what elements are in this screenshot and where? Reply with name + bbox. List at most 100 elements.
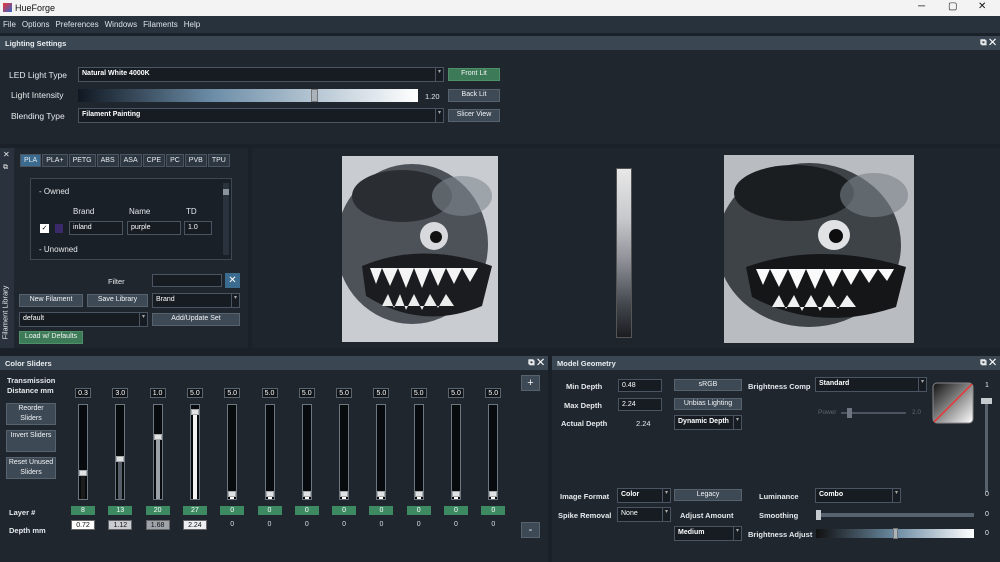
invert-sliders-button[interactable]: Invert Sliders — [6, 430, 56, 452]
menu-options[interactable]: Options — [19, 16, 53, 29]
tab-tpu[interactable]: TPU — [207, 154, 230, 167]
max-depth-input[interactable]: 2.24 — [618, 398, 662, 411]
color-slider-thumb[interactable] — [340, 491, 349, 498]
transmission-distance-input[interactable]: 3.0 — [112, 388, 129, 398]
color-slider-track[interactable] — [451, 404, 461, 500]
transmission-distance-input[interactable]: 5.0 — [485, 388, 502, 398]
unbias-lighting-button[interactable]: Unbias Lighting — [674, 398, 742, 410]
led-select[interactable]: Natural White 4000K ▾ — [78, 67, 444, 82]
remove-slider-button[interactable]: - — [521, 522, 540, 538]
color-slider-track[interactable] — [264, 404, 275, 500]
color-slider-thumb[interactable] — [377, 491, 386, 498]
color-slider-track[interactable] — [376, 404, 387, 500]
profile-select[interactable]: default ▾ — [19, 312, 148, 327]
color-slider-thumb[interactable] — [190, 409, 199, 416]
color-slider-thumb[interactable] — [153, 434, 162, 441]
color-slider-thumb[interactable] — [414, 491, 423, 498]
panel-controls-icon[interactable]: ⧉ ✕ — [528, 357, 544, 368]
menu-help[interactable]: Help — [181, 16, 203, 29]
close-icon[interactable]: ✕ — [978, 1, 986, 12]
slicer-view-button[interactable]: Slicer View — [448, 109, 500, 122]
color-slider-thumb[interactable] — [302, 491, 311, 498]
color-slider-thumb[interactable] — [79, 470, 87, 477]
tab-pvb[interactable]: PVB — [184, 154, 207, 167]
filter-input[interactable] — [152, 274, 222, 287]
unowned-group[interactable]: - Unowned — [39, 245, 78, 254]
min-depth-input[interactable]: 0.48 — [618, 379, 662, 392]
color-slider-track[interactable] — [152, 404, 163, 500]
color-slider-track[interactable] — [339, 404, 350, 500]
reorder-sliders-button[interactable]: Reorder Sliders — [6, 403, 56, 425]
brightness-comp-select[interactable]: Standard ▾ — [815, 377, 927, 392]
tab-pla[interactable]: PLA — [20, 154, 42, 167]
brightness-curve[interactable] — [932, 382, 974, 424]
tab-asa[interactable]: ASA — [119, 154, 142, 167]
dynamic-depth-select[interactable]: Dynamic Depth ▾ — [674, 415, 742, 430]
power-slider[interactable] — [841, 408, 906, 418]
color-slider-thumb[interactable] — [489, 491, 498, 498]
intensity-thumb[interactable] — [311, 89, 319, 102]
legacy-button[interactable]: Legacy — [674, 489, 742, 501]
color-slider-track[interactable] — [413, 404, 424, 500]
curve-vertical-slider[interactable] — [981, 398, 992, 492]
transmission-distance-input[interactable]: 5.0 — [373, 388, 390, 398]
tab-abs[interactable]: ABS — [96, 154, 119, 167]
transmission-distance-input[interactable]: 5.0 — [298, 388, 315, 398]
tab-plaplus[interactable]: PLA+ — [42, 154, 68, 167]
brand-field[interactable]: inland — [69, 221, 123, 235]
tab-pc[interactable]: PC — [166, 154, 184, 167]
menu-windows[interactable]: Windows — [102, 16, 140, 29]
transmission-distance-input[interactable]: 1.0 — [149, 388, 166, 398]
transmission-distance-input[interactable]: 5.0 — [448, 388, 464, 398]
minimize-icon[interactable]: ─ — [918, 1, 925, 12]
brand-select[interactable]: Brand ▾ — [152, 293, 240, 308]
maximize-icon[interactable]: ▢ — [948, 1, 957, 12]
owned-checkbox[interactable]: ✓ — [40, 224, 49, 233]
td-field[interactable]: 1.0 — [184, 221, 212, 235]
luminance-select[interactable]: Combo ▾ — [815, 488, 901, 503]
intensity-slider[interactable] — [78, 89, 418, 102]
menu-filaments[interactable]: Filaments — [140, 16, 181, 29]
transmission-distance-input[interactable]: 5.0 — [224, 388, 241, 398]
color-slider-track[interactable] — [488, 404, 499, 500]
adjust-amount-select[interactable]: Medium ▾ — [674, 526, 742, 541]
clear-filter-icon[interactable]: ✕ — [225, 273, 240, 288]
back-lit-button[interactable]: Back Lit — [448, 89, 500, 102]
menu-file[interactable]: File — [0, 16, 19, 29]
image-format-select[interactable]: Color ▾ — [617, 488, 671, 503]
list-scrollbar[interactable] — [223, 183, 229, 255]
name-field[interactable]: purple — [127, 221, 181, 235]
transmission-distance-input[interactable]: 0.3 — [75, 388, 91, 398]
smoothing-slider[interactable] — [816, 510, 974, 520]
blending-select[interactable]: Filament Painting ▾ — [78, 108, 444, 123]
new-filament-button[interactable]: New Filament — [19, 294, 83, 307]
preview-image[interactable] — [724, 155, 914, 343]
add-update-set-button[interactable]: Add/Update Set — [152, 313, 240, 326]
load-defaults-button[interactable]: Load w/ Defaults — [19, 331, 83, 344]
color-slider-thumb[interactable] — [116, 456, 125, 463]
float-icon[interactable]: ⧉ — [3, 164, 8, 172]
transmission-distance-input[interactable]: 5.0 — [186, 388, 203, 398]
transmission-distance-input[interactable]: 5.0 — [410, 388, 427, 398]
tab-cpe[interactable]: CPE — [142, 154, 166, 167]
panel-controls-icon[interactable]: ⧉ ✕ — [980, 357, 996, 368]
color-slider-thumb[interactable] — [228, 491, 237, 498]
color-slider-track[interactable] — [78, 404, 88, 500]
brightness-adjust-slider[interactable] — [816, 528, 974, 539]
transmission-distance-input[interactable]: 5.0 — [336, 388, 353, 398]
color-slider-track[interactable] — [301, 404, 312, 500]
panel-controls-icon[interactable]: ⧉ ✕ — [980, 37, 996, 48]
add-slider-button[interactable]: + — [521, 375, 540, 391]
front-lit-button[interactable]: Front Lit — [448, 68, 500, 81]
color-slider-track[interactable] — [189, 404, 200, 500]
reset-unused-button[interactable]: Reset Unused Sliders — [6, 457, 56, 479]
color-slider-track[interactable] — [227, 404, 238, 500]
close-icon[interactable]: ✕ — [3, 150, 10, 159]
owned-group[interactable]: - Owned — [39, 187, 69, 196]
color-slider-thumb[interactable] — [452, 491, 460, 498]
spike-select[interactable]: None ▾ — [617, 507, 671, 522]
srgb-button[interactable]: sRGB — [674, 379, 742, 391]
source-image[interactable] — [342, 156, 498, 342]
color-slider-track[interactable] — [115, 404, 126, 500]
menu-preferences[interactable]: Preferences — [52, 16, 101, 29]
